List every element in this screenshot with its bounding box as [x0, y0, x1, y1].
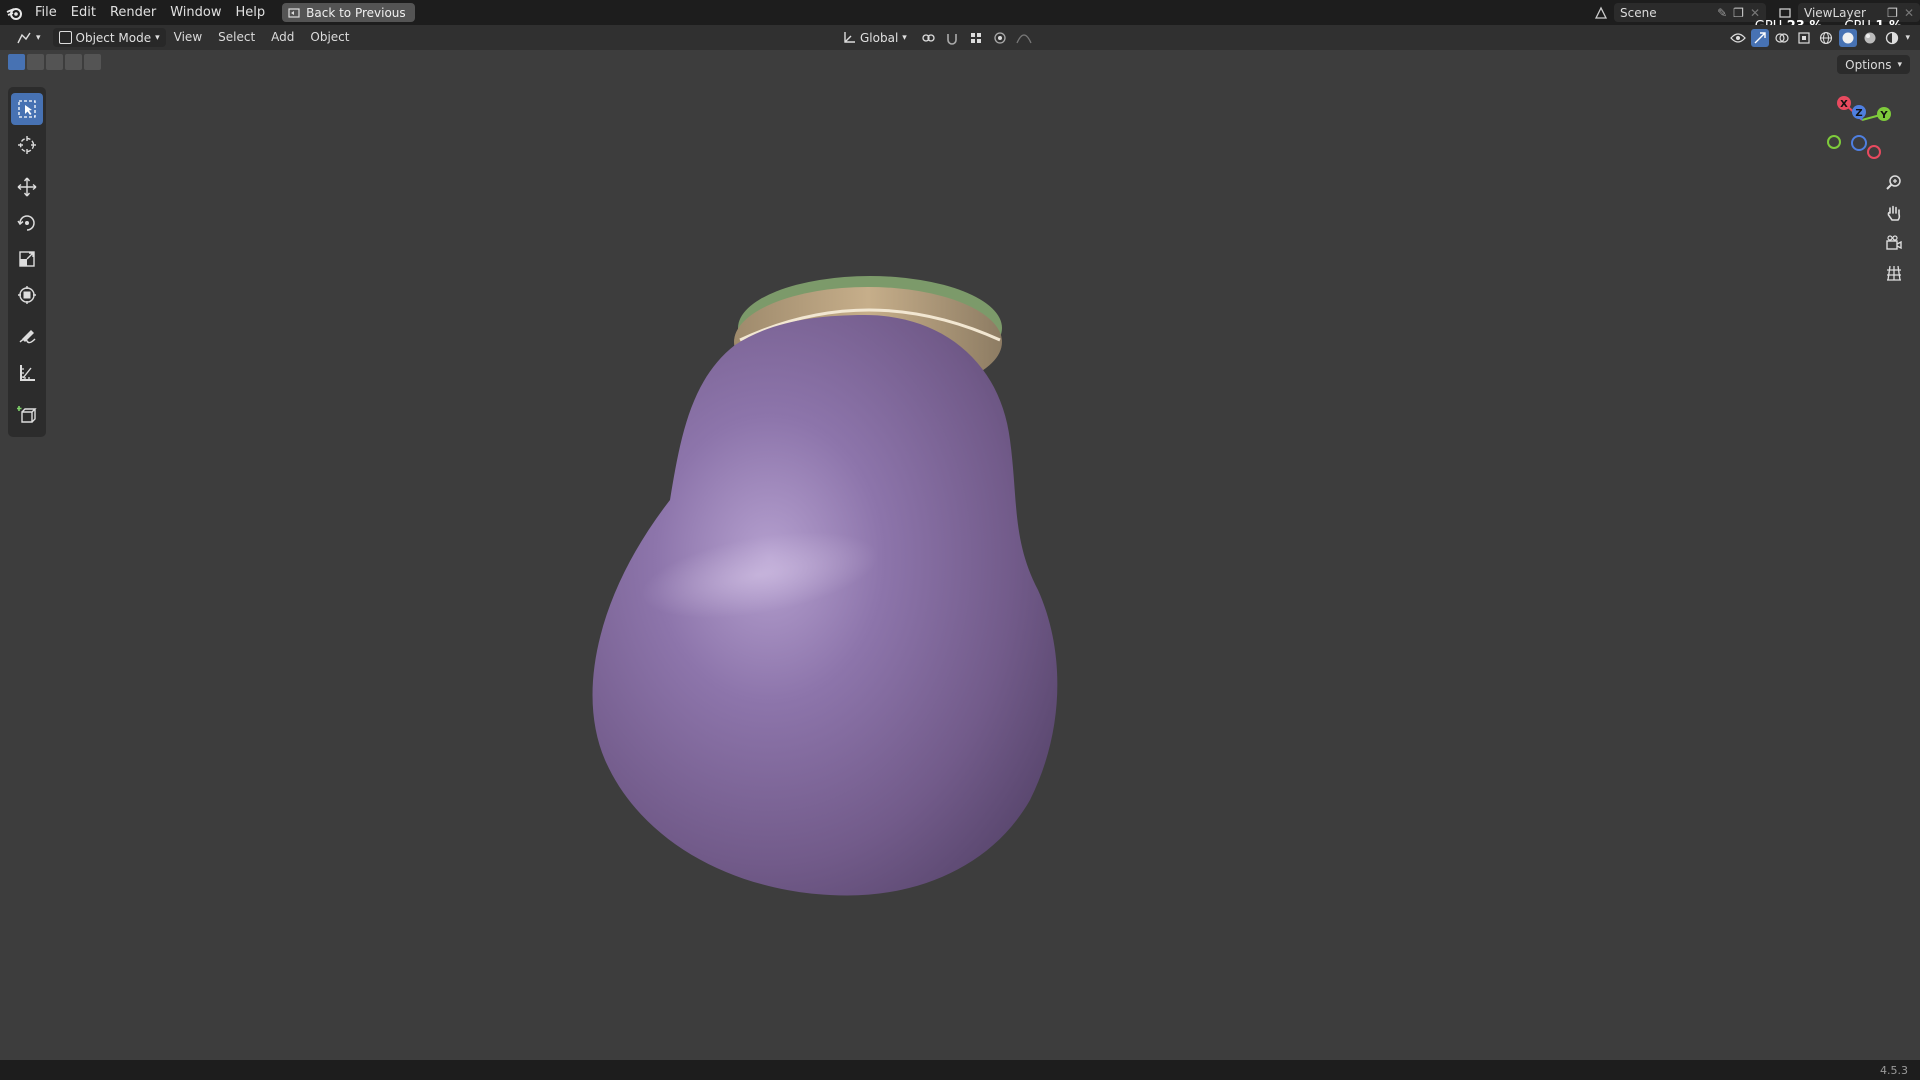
cursor-tool[interactable]: [11, 129, 43, 161]
tool-shelf: [8, 87, 46, 437]
menu-window[interactable]: Window: [163, 0, 228, 25]
top-bar: File Edit Render Window Help Back to Pre…: [0, 0, 1920, 34]
viewport-nav-buttons: [1880, 170, 1908, 286]
chevron-down-icon: ▾: [155, 32, 160, 43]
snap-target-icon[interactable]: [967, 29, 985, 47]
menu-render[interactable]: Render: [103, 0, 163, 25]
material-shading-icon[interactable]: [1861, 29, 1879, 47]
hand-icon: [1887, 205, 1901, 221]
add-cube-tool[interactable]: [11, 399, 43, 431]
gizmo-neg-x-axis[interactable]: [1867, 145, 1881, 159]
rotate-tool[interactable]: [11, 207, 43, 239]
xray-toggle-icon[interactable]: [1795, 29, 1813, 47]
scale-tool[interactable]: [11, 243, 43, 275]
header-menu-add[interactable]: Add: [263, 25, 302, 50]
zoom-magnifier-icon: [1886, 175, 1901, 190]
gizmo-neg-y-axis[interactable]: [1827, 135, 1841, 149]
remove-scene-icon[interactable]: ✕: [1750, 6, 1760, 20]
editor-type-button[interactable]: ▾: [10, 28, 47, 47]
snap-toggle-icon[interactable]: [943, 29, 961, 47]
scene-name: Scene: [1620, 5, 1657, 20]
shading-options-chevron-icon[interactable]: ▾: [1905, 33, 1910, 43]
grid-icon: [1887, 265, 1901, 281]
select-extend-mode[interactable]: [27, 54, 44, 70]
menu-file[interactable]: File: [28, 0, 64, 25]
navigation-gizmo[interactable]: X Y Z: [1822, 90, 1902, 170]
measure-ruler-icon: [20, 365, 35, 381]
gizmo-neg-z-axis[interactable]: [1851, 135, 1867, 151]
gizmo-toggle-icon[interactable]: [1751, 28, 1770, 47]
measure-tool[interactable]: [11, 357, 43, 389]
new-view-layer-icon[interactable]: ❐: [1887, 6, 1898, 20]
select-subtract-mode[interactable]: [46, 54, 63, 70]
orientation-icon: [844, 31, 855, 43]
select-intersect-mode[interactable]: [84, 54, 101, 70]
blender-logo-icon[interactable]: [0, 6, 28, 20]
status-bar: [0, 1060, 1920, 1080]
orientation-dropdown[interactable]: Global ▾: [836, 28, 913, 47]
header-menu-view[interactable]: View: [166, 25, 210, 50]
orientation-label: Global: [860, 30, 899, 45]
transform-icon: [18, 286, 36, 304]
wireframe-shading-icon[interactable]: [1817, 29, 1835, 47]
rendered-shading-icon[interactable]: [1883, 29, 1901, 47]
select-box-tool[interactable]: [11, 93, 43, 125]
gizmo-y-label: Y: [1879, 110, 1888, 121]
camera-view-button[interactable]: [1880, 230, 1908, 256]
back-to-previous-label: Back to Previous: [306, 5, 406, 20]
annotate-tool[interactable]: [11, 321, 43, 353]
mode-dropdown[interactable]: Object Mode ▾: [52, 28, 166, 47]
pivot-point-icon[interactable]: [919, 29, 937, 47]
overlays-icon[interactable]: [1773, 29, 1791, 47]
add-cube-icon: [17, 406, 37, 423]
version-label: 4.5.3: [1880, 1064, 1908, 1077]
transform-tool[interactable]: [11, 279, 43, 311]
ortho-toggle-button[interactable]: [1880, 260, 1908, 286]
move-tool[interactable]: [11, 171, 43, 203]
editor-type-icon: [17, 32, 31, 43]
select-box-icon: [18, 100, 36, 118]
solid-shading-icon[interactable]: [1839, 28, 1858, 47]
move-icon: [17, 177, 37, 197]
object-mode-icon: [58, 31, 72, 44]
gizmo-z-label: Z: [1855, 108, 1862, 119]
main-menu: File Edit Render Window Help Back to Pre…: [0, 0, 415, 25]
annotate-pencil-icon: [19, 330, 36, 344]
transform-controls: Global ▾: [836, 25, 1033, 50]
new-scene-icon[interactable]: ❐: [1733, 6, 1744, 20]
gizmo-x-label: X: [1840, 99, 1848, 110]
scene-selector[interactable]: Scene ✎ ❐ ✕: [1614, 3, 1766, 22]
camera-icon: [1886, 235, 1902, 250]
options-dropdown[interactable]: Options ▾: [1837, 55, 1910, 74]
menu-help[interactable]: Help: [229, 0, 273, 25]
options-label: Options: [1845, 57, 1892, 72]
proportional-editing-icon[interactable]: [991, 29, 1009, 47]
back-to-previous-button[interactable]: Back to Previous: [282, 3, 415, 22]
cursor-icon: [18, 136, 36, 154]
mode-label: Object Mode: [75, 30, 152, 45]
falloff-icon[interactable]: [1015, 29, 1033, 47]
selection-mode-group: [8, 54, 101, 70]
scene-browse-icon[interactable]: [1592, 4, 1610, 22]
select-invert-mode[interactable]: [65, 54, 82, 70]
header-menu-object[interactable]: Object: [302, 25, 357, 50]
scale-icon: [19, 251, 35, 267]
visibility-eye-icon[interactable]: [1729, 29, 1747, 47]
viewport-3d-object[interactable]: [560, 260, 1080, 910]
viewport-display-controls: ▾: [1729, 25, 1910, 50]
back-icon: [288, 7, 300, 18]
rotate-icon: [17, 215, 35, 231]
pan-button[interactable]: [1880, 200, 1908, 226]
zoom-button[interactable]: [1880, 170, 1908, 196]
remove-view-layer-icon[interactable]: ✕: [1904, 6, 1914, 20]
select-new-mode[interactable]: [8, 54, 25, 70]
pin-icon[interactable]: ✎: [1717, 6, 1727, 20]
view-layer-name: ViewLayer: [1804, 5, 1866, 20]
menu-edit[interactable]: Edit: [64, 0, 103, 25]
header-menu-select[interactable]: Select: [210, 25, 263, 50]
